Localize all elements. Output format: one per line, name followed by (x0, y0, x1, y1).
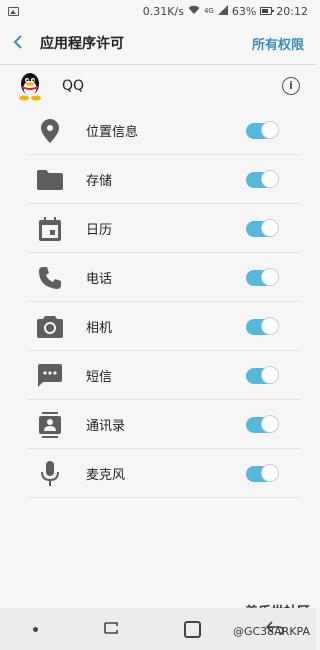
camera-icon (36, 313, 64, 341)
permission-label: 短信 (86, 370, 113, 385)
permission-toggle[interactable] (246, 414, 279, 433)
permission-toggle[interactable] (246, 463, 279, 482)
permission-toggle[interactable] (246, 316, 279, 335)
nav-dot-icon[interactable] (32, 626, 38, 632)
network-type: 4G (203, 7, 214, 15)
phone-icon (36, 264, 64, 292)
battery-icon (260, 7, 275, 15)
permission-label: 位置信息 (86, 125, 139, 140)
app-name: QQ (62, 78, 85, 94)
signal-icon (217, 4, 228, 18)
app-bar: 应用程序许可 所有权限 (0, 22, 316, 64)
calendar-icon (36, 215, 64, 243)
permission-item-phone[interactable]: 电话 (0, 253, 316, 302)
permission-toggle[interactable] (246, 267, 279, 286)
permission-toggle[interactable] (246, 365, 279, 384)
contacts-icon (36, 411, 64, 439)
permission-label: 通讯录 (86, 419, 126, 434)
permission-toggle[interactable] (246, 169, 279, 188)
watermark-user: @GC38ARKPA (232, 625, 310, 638)
image-notification-icon (8, 6, 19, 16)
qq-logo (16, 71, 44, 101)
permission-item-sms[interactable]: 短信 (0, 351, 316, 400)
location-icon (36, 117, 64, 145)
permission-label: 相机 (86, 321, 113, 336)
permission-item-microphone[interactable]: 麦克风 (0, 449, 316, 498)
permission-item-storage[interactable]: 存储 (0, 155, 316, 204)
permission-list: 位置信息 存储 日历 电话 相机 短信 通讯录 麦克风 (0, 106, 316, 498)
page-title: 应用程序许可 (40, 36, 124, 52)
all-permissions-button[interactable]: 所有权限 (252, 34, 304, 53)
app-info-row: QQ i (0, 68, 316, 104)
permission-label: 存储 (86, 174, 113, 189)
home-icon[interactable] (183, 620, 201, 638)
permission-toggle[interactable] (246, 120, 279, 139)
recent-apps-icon[interactable] (103, 620, 119, 639)
info-icon[interactable]: i (282, 77, 300, 95)
sms-icon (36, 362, 64, 390)
microphone-icon (36, 460, 64, 488)
wifi-icon (188, 5, 200, 18)
permission-item-camera[interactable]: 相机 (0, 302, 316, 351)
permission-toggle[interactable] (246, 218, 279, 237)
permission-item-contacts[interactable]: 通讯录 (0, 400, 316, 449)
permission-item-calendar[interactable]: 日历 (0, 204, 316, 253)
header-divider (0, 64, 316, 65)
permission-item-location[interactable]: 位置信息 (0, 106, 316, 155)
folder-icon (36, 166, 64, 194)
network-speed: 0.31K/s (142, 4, 184, 18)
status-bar: 0.31K/s 4G 63% 20:12 (0, 0, 316, 22)
permission-label: 麦克风 (86, 468, 126, 483)
permission-label: 电话 (86, 272, 113, 287)
back-icon[interactable] (12, 31, 40, 55)
permission-label: 日历 (86, 223, 113, 238)
clock: 20:12 (276, 4, 308, 18)
battery-percent: 63% (231, 4, 257, 18)
